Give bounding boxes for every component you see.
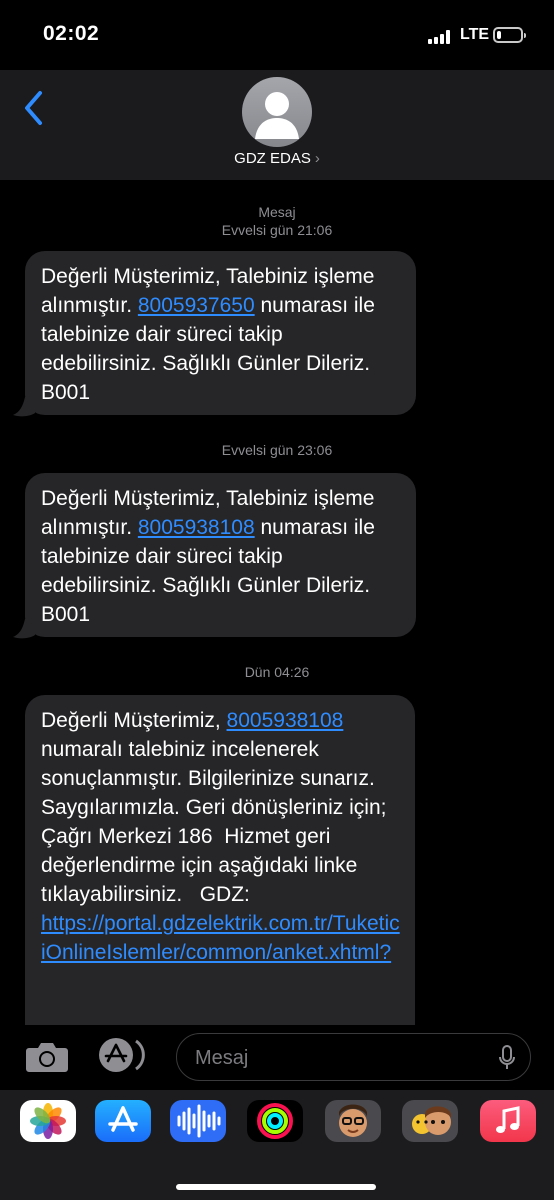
message-timestamp: Evvelsi gün 21:06	[221, 222, 333, 238]
music-note-icon	[496, 1106, 520, 1133]
photos-app[interactable]	[20, 1100, 76, 1142]
message-field[interactable]	[176, 1033, 531, 1081]
photos-icon	[30, 1103, 66, 1139]
message-service-label: Mesaj	[258, 204, 296, 220]
app-store-icon	[99, 1038, 145, 1072]
phone-number-link[interactable]: 8005938108	[138, 516, 255, 539]
status-time: 02:02	[43, 22, 100, 45]
chevron-right-icon: ›	[314, 150, 320, 167]
app-store-app[interactable]	[95, 1100, 151, 1142]
message-bubble: Değerli Müşterimiz, Talebiniz işleme alı…	[25, 251, 416, 415]
activity-app[interactable]	[247, 1100, 303, 1142]
home-indicator[interactable]	[176, 1184, 376, 1190]
bubble-tail	[13, 397, 35, 417]
contact-avatar[interactable]	[242, 77, 312, 147]
message-timestamp: Dün 04:26	[244, 664, 310, 680]
battery-level	[497, 31, 501, 39]
phone-number-link[interactable]: 8005937650	[138, 294, 255, 317]
message-bubble: Değerli Müşterimiz, 8005938108 numaralı …	[25, 695, 415, 1055]
message-input[interactable]	[193, 1042, 487, 1074]
microphone-icon[interactable]	[498, 1045, 516, 1071]
app-store-icon	[108, 1106, 138, 1132]
audio-message-app[interactable]	[170, 1100, 226, 1142]
camera-icon	[26, 1043, 68, 1072]
cellular-signal-icon	[428, 30, 454, 44]
bubble-tail	[13, 619, 35, 639]
memoji-app[interactable]	[325, 1100, 381, 1142]
message-bubble: Değerli Müşterimiz, Talebiniz işleme alı…	[25, 473, 416, 637]
message-text: numaralı talebiniz incelenerek sonuçlanm…	[41, 709, 393, 906]
app-store-button[interactable]	[98, 1037, 150, 1073]
contact-name-button[interactable]: GDZ EDAS ›	[0, 150, 554, 167]
back-button[interactable]	[22, 90, 48, 126]
battery-icon	[493, 27, 526, 43]
message-timestamp: Evvelsi gün 23:06	[221, 442, 333, 458]
chevron-left-icon	[25, 91, 42, 125]
memoji-icon	[339, 1104, 367, 1137]
conversation-header: GDZ EDAS ›	[0, 70, 554, 180]
animoji-icon	[412, 1106, 451, 1135]
music-app[interactable]	[480, 1100, 536, 1142]
network-type: LTE	[460, 26, 490, 43]
audio-waveform-icon	[177, 1104, 221, 1138]
phone-number-link[interactable]: 8005938108	[227, 709, 344, 732]
survey-url-link[interactable]: https://portal.gdzelektrik.com.tr/Tuketi…	[41, 912, 400, 964]
message-input-bar	[0, 1025, 554, 1090]
status-bar: 02:02 LTE	[0, 0, 554, 70]
message-text: Değerli Müşterimiz,	[41, 709, 227, 732]
camera-button[interactable]	[25, 1041, 69, 1073]
person-icon	[255, 92, 299, 139]
activity-rings-icon	[257, 1103, 293, 1139]
animoji-app[interactable]	[402, 1100, 458, 1142]
app-drawer	[0, 1090, 554, 1200]
contact-name: GDZ EDAS	[234, 150, 311, 167]
